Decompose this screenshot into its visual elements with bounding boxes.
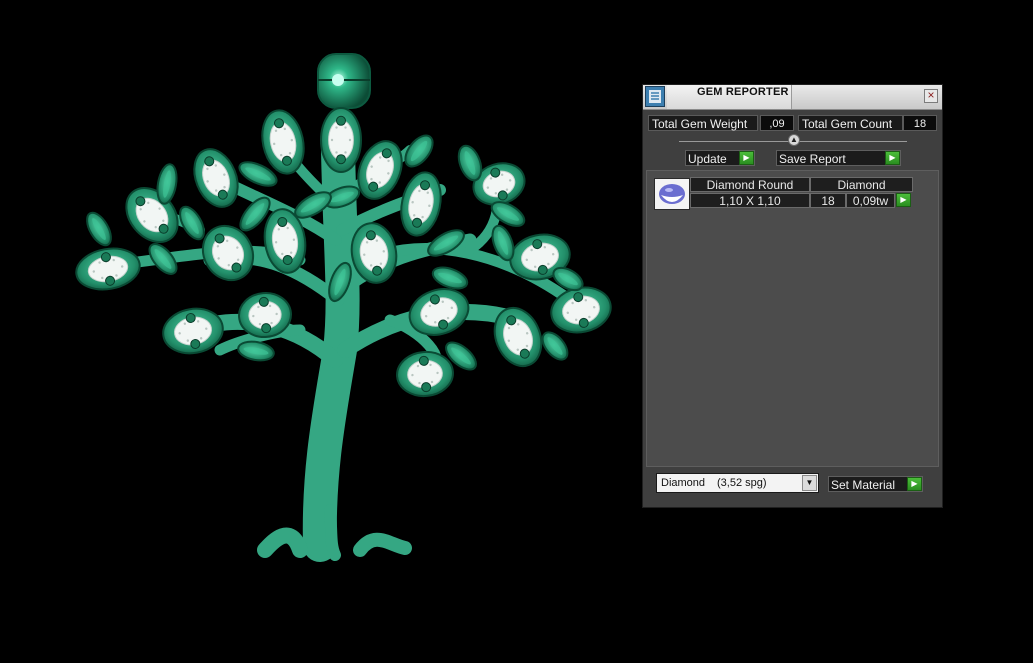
- gem-material-header: Diamond: [810, 177, 913, 192]
- set-material-arrow-icon[interactable]: ▶: [907, 477, 922, 491]
- plain-leaf: [86, 211, 112, 247]
- stone-facet: [335, 151, 338, 154]
- gem-size-cell: 1,10 X 1,10: [690, 193, 810, 208]
- plain-leaf: [541, 331, 569, 361]
- material-dropdown-value: Diamond: [661, 477, 706, 489]
- material-dropdown[interactable]: Diamond (3,52 spg) ▼: [656, 473, 819, 493]
- stone-facet: [330, 138, 334, 142]
- save-report-arrow-icon[interactable]: ▶: [885, 151, 900, 165]
- diamond-round-thumbnail-icon[interactable]: [654, 178, 690, 210]
- plain-leaf: [237, 340, 275, 362]
- gem-list: Diamond Round Diamond 1,10 X 1,10 18 0,0…: [646, 170, 939, 467]
- tree-pendant-model: [75, 53, 612, 562]
- gem-reporter-icon: [645, 86, 665, 107]
- save-report-button-label: Save Report: [779, 152, 846, 166]
- plain-leaf: [156, 163, 178, 205]
- gem-shape-header: Diamond Round: [690, 177, 810, 192]
- stone-facet: [344, 151, 347, 154]
- prong: [258, 296, 269, 307]
- gem-row-arrow-icon[interactable]: ▶: [896, 193, 911, 207]
- gem-leaf: [125, 187, 179, 243]
- prong: [336, 115, 346, 126]
- total-gem-weight-value: ,09: [760, 115, 794, 131]
- bail: [317, 53, 371, 109]
- total-gem-weight-label: Total Gem Weight: [648, 115, 758, 131]
- prong: [418, 355, 429, 366]
- set-material-button-label: Set Material: [831, 478, 896, 492]
- gem-leaf: [75, 247, 141, 291]
- update-arrow-icon[interactable]: ▶: [739, 151, 754, 165]
- total-gem-count-value: 18: [903, 115, 937, 131]
- update-button-label: Update: [688, 152, 727, 166]
- close-icon[interactable]: ×: [924, 89, 938, 103]
- stone-facet: [344, 126, 347, 129]
- gem-leaf: [400, 171, 442, 237]
- update-button[interactable]: Update ▶: [685, 150, 755, 166]
- prong: [261, 323, 272, 334]
- gem-reporter-panel: GEM REPORTER × Total Gem Weight ,09 Tota…: [642, 84, 943, 508]
- splitter-handle[interactable]: ▲: [788, 134, 800, 146]
- panel-titlebar[interactable]: GEM REPORTER ×: [643, 85, 942, 110]
- set-material-button[interactable]: Set Material ▶: [828, 476, 923, 492]
- total-gem-count-label: Total Gem Count: [798, 115, 903, 131]
- stone-facet: [348, 138, 352, 142]
- stone-facet: [335, 126, 338, 129]
- save-report-button[interactable]: Save Report ▶: [776, 150, 901, 166]
- 3d-viewport[interactable]: [0, 0, 630, 658]
- material-density: (3,52 spg): [717, 477, 767, 489]
- gem-weight-cell: 0,09tw: [846, 193, 895, 208]
- gem-count-cell: 18: [810, 193, 846, 208]
- panel-tab[interactable]: GEM REPORTER: [667, 85, 792, 109]
- gem-leaf: [396, 350, 454, 398]
- gem-leaf: [193, 148, 239, 208]
- dropdown-arrow-icon[interactable]: ▼: [802, 475, 817, 491]
- gem-leaf: [320, 107, 362, 173]
- prong: [421, 382, 432, 393]
- panel-title: GEM REPORTER: [697, 86, 789, 98]
- prong: [336, 154, 346, 165]
- plain-leaf: [431, 266, 469, 290]
